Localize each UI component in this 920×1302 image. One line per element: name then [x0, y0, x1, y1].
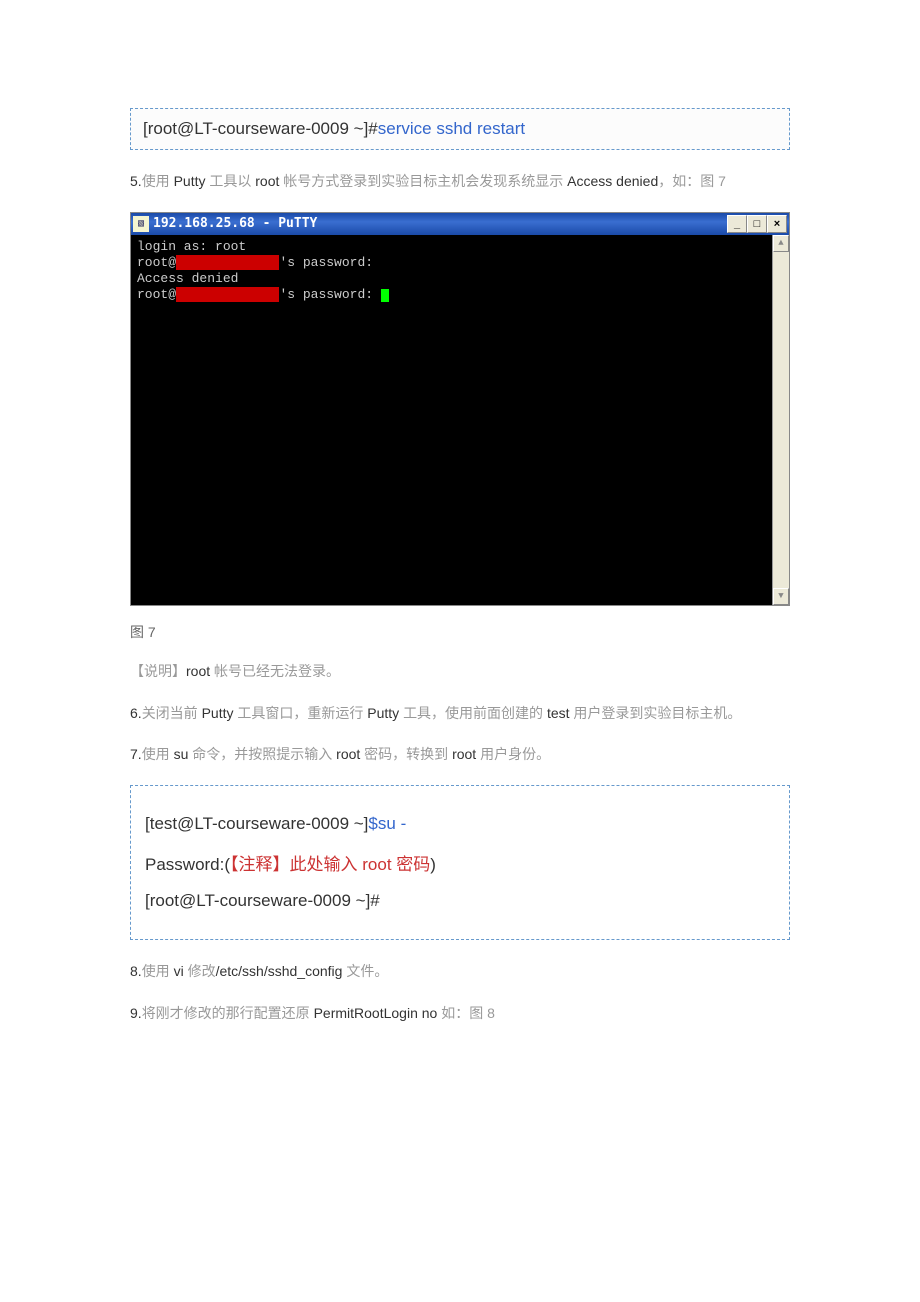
- redacted-ip: 192.168.25.68: [176, 287, 279, 302]
- putty-icon: ▧: [133, 216, 149, 232]
- term-line: login as: root: [137, 239, 783, 255]
- terminal[interactable]: login as: root root@192.168.25.68's pass…: [131, 235, 789, 605]
- step-9: 9.将刚才修改的那行配置还原 PermitRootLogin no 如：图 8: [130, 1002, 790, 1026]
- maximize-button[interactable]: □: [747, 215, 767, 233]
- prompt: [root@LT-courseware-0009 ~]#: [143, 119, 378, 138]
- putty-titlebar[interactable]: ▧ 192.168.25.68 - PuTTY _ □ ×: [131, 213, 789, 235]
- scrollbar[interactable]: ▲ ▼: [772, 235, 789, 605]
- step-7: 7.使用 su 命令，并按照提示输入 root 密码，转换到 root 用户身份…: [130, 743, 790, 767]
- scroll-up-icon[interactable]: ▲: [773, 235, 789, 252]
- minimize-button[interactable]: _: [727, 215, 747, 233]
- step-6: 6.关闭当前 Putty 工具窗口，重新运行 Putty 工具，使用前面创建的 …: [130, 702, 790, 726]
- figure-label: 图 7: [130, 622, 790, 642]
- window-buttons: _ □ ×: [727, 215, 787, 233]
- redacted-ip: 192.168.25.68: [176, 255, 279, 270]
- step-8: 8.使用 vi 修改/etc/ssh/sshd_config 文件。: [130, 960, 790, 984]
- step-5: 5.使用 Putty 工具以 root 帐号方式登录到实验目标主机会发现系统显示…: [130, 170, 790, 194]
- term-line: root@192.168.25.68's password:: [137, 287, 783, 303]
- term-line: root@192.168.25.68's password:: [137, 255, 783, 271]
- putty-window: ▧ 192.168.25.68 - PuTTY _ □ × login as: …: [130, 212, 790, 606]
- term-line: Access denied: [137, 271, 783, 287]
- note-1: 【说明】root 帐号已经无法登录。: [130, 660, 790, 684]
- close-button[interactable]: ×: [767, 215, 787, 233]
- command-text: service sshd restart: [378, 119, 525, 138]
- putty-title: 192.168.25.68 - PuTTY: [153, 216, 727, 231]
- scroll-down-icon[interactable]: ▼: [773, 588, 789, 605]
- cmd-row: [root@LT-courseware-0009 ~]#: [145, 891, 775, 911]
- cmd-row: [test@LT-courseware-0009 ~]$su -: [145, 814, 775, 834]
- command-box-2: [test@LT-courseware-0009 ~]$su - Passwor…: [130, 785, 790, 940]
- step-num: 5.: [130, 173, 142, 189]
- cmd-row: Password:(【注释】此处输入 root 密码): [145, 850, 775, 875]
- cursor-icon: [381, 289, 389, 302]
- command-box-1: [root@LT-courseware-0009 ~]#service sshd…: [130, 108, 790, 150]
